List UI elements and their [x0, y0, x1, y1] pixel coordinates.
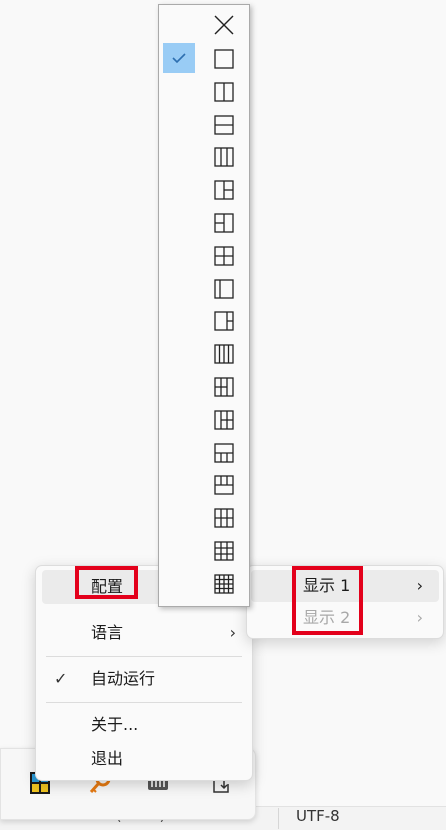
- menu-separator: [46, 656, 242, 657]
- close-icon[interactable]: [214, 15, 234, 35]
- checkmark-icon: ✓: [54, 669, 68, 688]
- chevron-right-icon: ›: [229, 623, 236, 642]
- layout-left-small-column-icon[interactable]: [214, 278, 234, 299]
- chevron-right-icon: ›: [416, 576, 423, 595]
- layout-grid-3-plus-icon[interactable]: [214, 508, 234, 528]
- layout-right-split-left-icon[interactable]: [214, 213, 234, 233]
- exit-label: 退出: [91, 749, 124, 768]
- layout-grid-3x3-icon[interactable]: [214, 574, 234, 594]
- submenu-item-display-2: 显示 2 ›: [251, 602, 439, 634]
- menu-item-exit[interactable]: 退出: [42, 742, 246, 776]
- language-label: 语言: [91, 623, 124, 642]
- layout-left-col-plus-grid-icon[interactable]: [214, 377, 234, 397]
- layout-bottom-row-split-icon[interactable]: [214, 442, 234, 463]
- menu-item-autorun[interactable]: ✓ 自动运行: [42, 662, 246, 696]
- status-divider: [278, 808, 279, 829]
- display-2-label: 显示 2: [303, 608, 351, 627]
- menu-item-about[interactable]: 关于...: [42, 708, 246, 742]
- layout-two-rows-icon[interactable]: [214, 114, 234, 135]
- layout-right-col-plus-grid-icon[interactable]: [214, 410, 234, 430]
- layout-top-row-split-icon[interactable]: [214, 475, 234, 496]
- layout-two-columns-icon[interactable]: [214, 82, 234, 102]
- layout-single-icon[interactable]: [214, 49, 234, 69]
- display-1-label: 显示 1: [303, 576, 351, 595]
- chevron-right-icon: ›: [416, 608, 423, 627]
- selected-layout-marker: [163, 43, 195, 73]
- layout-grid-2x2-icon[interactable]: [214, 246, 234, 266]
- encoding-status[interactable]: UTF-8: [296, 807, 340, 825]
- layout-four-columns-icon[interactable]: [214, 344, 234, 364]
- config-submenu: 显示 1 › 显示 2 ›: [246, 565, 444, 639]
- layout-three-columns-icon[interactable]: [214, 147, 234, 168]
- layout-right-small-column-icon[interactable]: [214, 311, 234, 332]
- menu-item-language[interactable]: 语言 ›: [42, 616, 246, 650]
- layout-selector-panel: [158, 4, 250, 607]
- config-label: 配置: [91, 577, 124, 596]
- layout-grid-3x2-icon[interactable]: [214, 541, 234, 561]
- layout-left-large-right-split-icon[interactable]: [214, 180, 234, 200]
- submenu-item-display-1[interactable]: 显示 1 ›: [251, 570, 439, 602]
- about-label: 关于...: [91, 715, 139, 734]
- menu-separator: [46, 702, 242, 703]
- autorun-label: 自动运行: [91, 669, 156, 688]
